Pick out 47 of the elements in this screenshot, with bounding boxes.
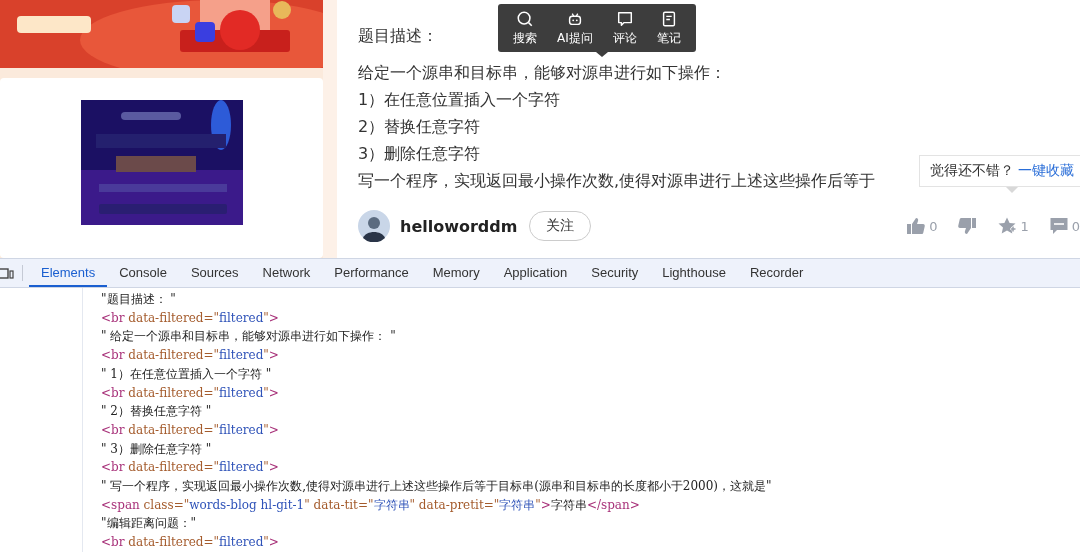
- toolbar-button[interactable]: 搜索: [508, 9, 542, 47]
- article-text: 1）在任意位置插入一个字符: [358, 89, 561, 111]
- thumbs-up-icon: [906, 216, 927, 236]
- text-node-line[interactable]: " 写一个程序，实现返回最小操作次数,使得对源串进行上述这些操作后等于目标串(源串和目标串的长度都小于2000)，这就是": [101, 477, 772, 496]
- toolbar-button[interactable]: 评论: [607, 9, 642, 47]
- devtools-tab[interactable]: Performance: [322, 259, 421, 287]
- toolbar-button[interactable]: AI提问: [552, 9, 598, 47]
- html-tag-line[interactable]: <br data-filtered="filtered">: [101, 346, 279, 365]
- article-text: 写一个程序，实现返回最小操作次数,使得对源串进行上述这些操作后等于: [358, 170, 876, 192]
- device-toggle-icon[interactable]: [0, 266, 14, 280]
- devtools-tab[interactable]: Memory: [420, 259, 492, 287]
- devtools-tab[interactable]: Application: [491, 259, 580, 287]
- article-text: 2）替换任意字符: [358, 116, 481, 138]
- text-node-line[interactable]: "编辑距离问题：": [101, 514, 197, 534]
- article-text: 题目描述：: [358, 25, 438, 47]
- text-node-line[interactable]: " 1）在任意位置插入一个字符 ": [101, 364, 272, 384]
- html-tag-line[interactable]: <br data-filtered="filtered">: [101, 458, 279, 478]
- author-name[interactable]: helloworddm: [400, 216, 518, 236]
- comment-icon: [1048, 216, 1069, 236]
- devtools-tab[interactable]: Lighthouse: [650, 259, 738, 287]
- search-icon: [516, 9, 534, 28]
- action-button[interactable]: [957, 216, 978, 236]
- devtools-tab[interactable]: Recorder: [737, 259, 816, 287]
- favorite-link[interactable]: 一键收藏: [1018, 162, 1074, 180]
- article-text: 给定一个源串和目标串，能够对源串进行如下操作：: [358, 62, 726, 84]
- devtools-tab[interactable]: Console: [107, 259, 179, 287]
- html-tag-line[interactable]: <br data-filtered="filtered">: [101, 308, 279, 328]
- thumbs-down-icon: [957, 216, 978, 236]
- text-node-line[interactable]: "题目描述： ": [101, 290, 176, 309]
- speech-bubble-icon: [615, 9, 634, 28]
- article-text: 3）删除任意字符: [358, 143, 481, 165]
- devtools-tab[interactable]: Sources: [178, 259, 251, 287]
- html-tag-line[interactable]: <br data-filtered="filtered">: [101, 533, 279, 552]
- html-tag-line[interactable]: <br data-filtered="filtered">: [101, 420, 279, 440]
- devtools-tab[interactable]: Elements: [29, 259, 108, 287]
- follow-button[interactable]: 关注: [529, 211, 592, 241]
- tooltip-text: 觉得还不错？: [930, 162, 1014, 180]
- html-tag-line[interactable]: <span class="words-blog hl-git-1" data-tit="字符串" data-pretit="字符串">字符串</span>: [101, 495, 640, 515]
- devtools-tab[interactable]: Security: [579, 259, 651, 287]
- devtools-tab[interactable]: Network: [250, 259, 323, 287]
- star-icon: [997, 216, 1018, 236]
- avatar: [358, 210, 390, 242]
- html-tag-line[interactable]: <br data-filtered="filtered">: [101, 383, 279, 403]
- text-node-line[interactable]: " 给定一个源串和目标串，能够对源串进行如下操作： ": [101, 327, 396, 347]
- text-node-line[interactable]: " 2）替换任意字符 ": [101, 402, 212, 421]
- toolbar-button[interactable]: 笔记: [651, 9, 686, 47]
- text-node-line[interactable]: " 3）删除任意字符 ": [101, 439, 212, 459]
